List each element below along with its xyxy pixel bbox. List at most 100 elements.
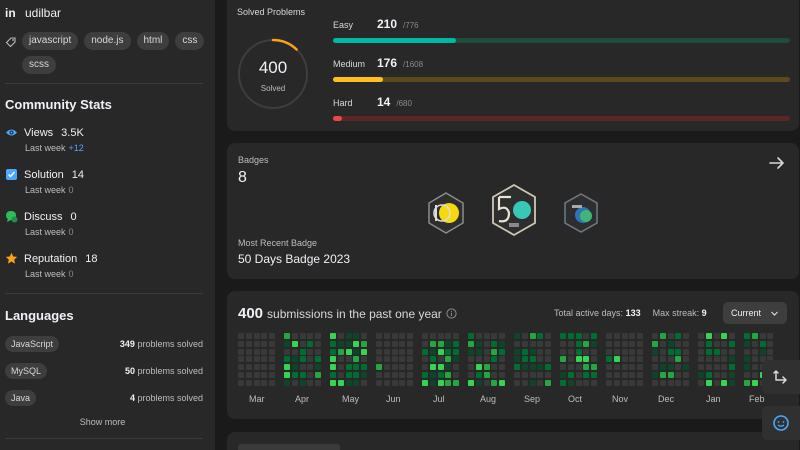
heatmap-cell[interactable] [583, 372, 590, 378]
heatmap-cell[interactable] [621, 379, 628, 386]
heatmap-cell[interactable] [545, 364, 552, 371]
heatmap-cell[interactable] [391, 372, 398, 378]
heatmap-cell[interactable] [629, 379, 636, 386]
heatmap-cell[interactable] [253, 356, 260, 363]
heatmap-cell[interactable] [767, 340, 774, 347]
heatmap-cell[interactable] [307, 379, 314, 386]
heatmap-cell[interactable] [307, 340, 314, 347]
heatmap-cell[interactable] [399, 356, 406, 363]
heatmap-cell[interactable] [391, 348, 398, 355]
heatmap-cell[interactable] [445, 333, 452, 339]
heatmap-cell[interactable] [269, 348, 276, 355]
language-tag[interactable]: MySQL [5, 363, 48, 379]
heatmap-cell[interactable] [575, 333, 582, 339]
heatmap-cell[interactable] [621, 333, 628, 339]
heatmap-cell[interactable] [337, 340, 344, 347]
heatmap-cell[interactable] [521, 348, 528, 355]
heatmap-cell[interactable] [729, 364, 736, 371]
heatmap-cell[interactable] [475, 372, 482, 378]
heatmap-cell[interactable] [238, 364, 244, 371]
heatmap-cell[interactable] [299, 372, 306, 378]
heatmap-cell[interactable] [675, 372, 682, 378]
heatmap-cell[interactable] [751, 333, 758, 339]
heatmap-cell[interactable] [483, 364, 490, 371]
heatmap-cell[interactable] [291, 364, 298, 371]
heatmap-cell[interactable] [383, 340, 390, 347]
heatmap-cell[interactable] [744, 348, 750, 355]
heatmap-cell[interactable] [637, 364, 644, 371]
heatmap-cell[interactable] [744, 372, 750, 378]
heatmap-cell[interactable] [514, 333, 520, 339]
heatmap-cell[interactable] [291, 348, 298, 355]
heatmap-cell[interactable] [399, 364, 406, 371]
heatmap-cell[interactable] [629, 364, 636, 371]
heatmap-cell[interactable] [453, 356, 460, 363]
heatmap-cell[interactable] [299, 340, 306, 347]
heatmap-cell[interactable] [453, 379, 460, 386]
heatmap-cell[interactable] [353, 333, 360, 339]
switch-layout-button[interactable] [762, 360, 800, 394]
heatmap-cell[interactable] [353, 372, 360, 378]
heatmap-cell[interactable] [445, 356, 452, 363]
heatmap-cell[interactable] [613, 364, 620, 371]
heatmap-cell[interactable] [361, 348, 368, 355]
range-dropdown[interactable]: Current [723, 302, 787, 324]
heatmap-cell[interactable] [621, 372, 628, 378]
heatmap-cell[interactable] [468, 333, 474, 339]
heatmap-cell[interactable] [483, 379, 490, 386]
heatmap-cell[interactable] [376, 348, 382, 355]
heatmap-cell[interactable] [744, 340, 750, 347]
heatmap-cell[interactable] [284, 379, 290, 386]
heatmap-cell[interactable] [284, 333, 290, 339]
heatmap-cell[interactable] [376, 356, 382, 363]
heatmap-cell[interactable] [253, 333, 260, 339]
heatmap-cell[interactable] [744, 379, 750, 386]
heatmap-cell[interactable] [399, 379, 406, 386]
heatmap-cell[interactable] [429, 379, 436, 386]
arrow-right-icon[interactable] [767, 153, 787, 173]
heatmap-cell[interactable] [445, 372, 452, 378]
heatmap-cell[interactable] [345, 356, 352, 363]
heatmap-cell[interactable] [383, 348, 390, 355]
heatmap-cell[interactable] [391, 356, 398, 363]
heatmap-cell[interactable] [453, 333, 460, 339]
heatmap-cell[interactable] [560, 340, 566, 347]
heatmap-cell[interactable] [729, 372, 736, 378]
heatmap-cell[interactable] [591, 348, 598, 355]
heatmap-cell[interactable] [299, 364, 306, 371]
heatmap-cell[interactable] [659, 379, 666, 386]
heatmap-cell[interactable] [391, 333, 398, 339]
heatmap-cell[interactable] [759, 333, 766, 339]
heatmap-cell[interactable] [269, 340, 276, 347]
heatmap-cell[interactable] [422, 379, 428, 386]
heatmap-cell[interactable] [337, 379, 344, 386]
heatmap-cell[interactable] [361, 372, 368, 378]
heatmap-cell[interactable] [307, 364, 314, 371]
heatmap-cell[interactable] [261, 356, 268, 363]
heatmap-cell[interactable] [567, 348, 574, 355]
heatmap-cell[interactable] [705, 356, 712, 363]
heatmap-cell[interactable] [767, 348, 774, 355]
heatmap-cell[interactable] [299, 356, 306, 363]
heatmap-cell[interactable] [560, 372, 566, 378]
heatmap-cell[interactable] [284, 372, 290, 378]
heatmap-cell[interactable] [583, 348, 590, 355]
heatmap-cell[interactable] [429, 356, 436, 363]
heatmap-cell[interactable] [429, 364, 436, 371]
badge-icon[interactable] [425, 191, 467, 235]
language-tag[interactable]: JavaScript [5, 336, 60, 352]
heatmap-cell[interactable] [353, 356, 360, 363]
heatmap-cell[interactable] [284, 348, 290, 355]
heatmap-cell[interactable] [261, 372, 268, 378]
heatmap-cell[interactable] [751, 379, 758, 386]
heatmap-cell[interactable] [345, 348, 352, 355]
heatmap-cell[interactable] [245, 364, 252, 371]
heatmap-cell[interactable] [514, 379, 520, 386]
heatmap-cell[interactable] [376, 340, 382, 347]
heatmap-cell[interactable] [499, 348, 506, 355]
heatmap-cell[interactable] [253, 372, 260, 378]
skill-tag[interactable]: node.js [84, 32, 131, 50]
heatmap-cell[interactable] [437, 333, 444, 339]
heatmap-cell[interactable] [483, 372, 490, 378]
heatmap-cell[interactable] [491, 340, 498, 347]
